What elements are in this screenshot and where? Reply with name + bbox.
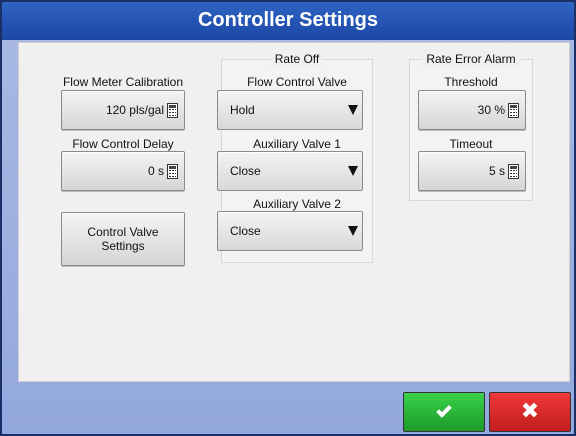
dialog-title: Controller Settings — [2, 2, 574, 40]
auxiliary-valve-1-select[interactable]: Close — [217, 151, 363, 191]
control-valve-settings-button[interactable]: Control Valve Settings — [61, 212, 185, 266]
flow-meter-calibration-button[interactable]: 120 pls/gal — [61, 90, 185, 130]
auxiliary-valve-2-value: Close — [230, 224, 261, 238]
threshold-label: Threshold — [444, 75, 498, 89]
calculator-icon — [508, 102, 519, 118]
flow-control-valve-select[interactable]: Hold — [217, 90, 363, 130]
auxiliary-valve-2-select[interactable]: Close — [217, 211, 363, 251]
flow-meter-calibration-label: Flow Meter Calibration — [62, 75, 184, 89]
threshold-button[interactable]: 30 % — [418, 90, 526, 130]
calculator-icon — [167, 163, 178, 179]
flow-control-valve-label: Flow Control Valve — [247, 75, 347, 89]
dialog-frame: Controller Settings Flow Meter Calibrati… — [0, 0, 576, 436]
settings-panel: Flow Meter Calibration 120 pls/gal Flow … — [18, 42, 570, 382]
ok-button[interactable] — [403, 392, 485, 432]
calculator-icon — [167, 102, 178, 118]
dropdown-arrow-icon — [348, 226, 358, 236]
timeout-label: Timeout — [449, 137, 493, 151]
flow-meter-calibration-value: 120 pls/gal — [105, 103, 164, 117]
flow-control-valve-value: Hold — [230, 103, 255, 117]
flow-control-delay-value: 0 s — [147, 164, 164, 178]
auxiliary-valve-2-label: Auxiliary Valve 2 — [253, 197, 341, 211]
timeout-value: 5 s — [488, 164, 505, 178]
rate-off-title: Rate Off — [270, 52, 324, 66]
auxiliary-valve-1-value: Close — [230, 164, 261, 178]
flow-control-delay-label: Flow Control Delay — [72, 137, 174, 151]
dropdown-arrow-icon — [348, 105, 358, 115]
auxiliary-valve-1-label: Auxiliary Valve 1 — [253, 137, 341, 151]
dropdown-arrow-icon — [348, 166, 358, 176]
timeout-button[interactable]: 5 s — [418, 151, 526, 191]
flow-control-delay-button[interactable]: 0 s — [61, 151, 185, 191]
calculator-icon — [508, 163, 519, 179]
control-valve-settings-label: Control Valve Settings — [87, 225, 159, 253]
threshold-value: 30 % — [477, 103, 505, 117]
rate-error-alarm-title: Rate Error Alarm — [422, 52, 520, 66]
cancel-button[interactable]: ✖ — [489, 392, 571, 432]
checkmark-icon — [436, 402, 452, 418]
close-icon: ✖ — [520, 399, 540, 424]
